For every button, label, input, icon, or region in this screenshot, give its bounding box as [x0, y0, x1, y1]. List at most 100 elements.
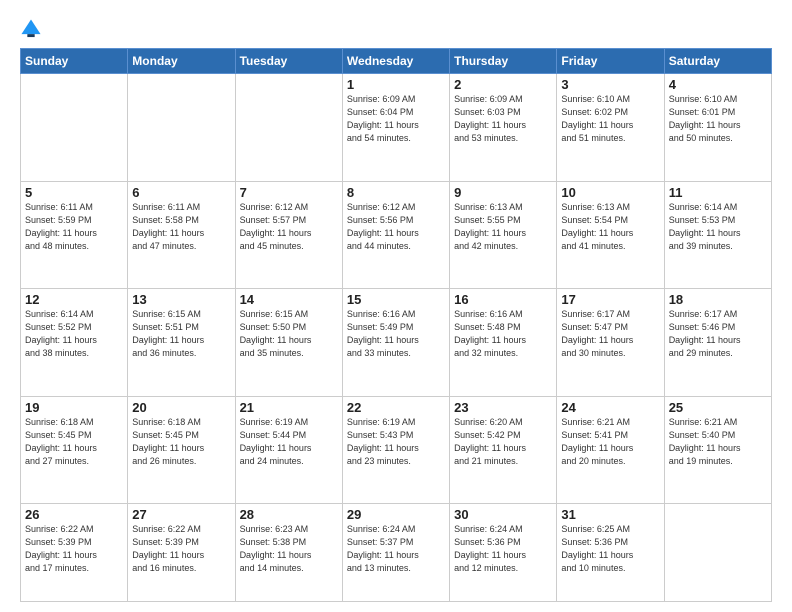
- day-number: 17: [561, 292, 659, 307]
- day-number: 26: [25, 507, 123, 522]
- day-number: 6: [132, 185, 230, 200]
- day-number: 8: [347, 185, 445, 200]
- day-info: Sunrise: 6:13 AM Sunset: 5:54 PM Dayligh…: [561, 201, 659, 253]
- day-cell: 8Sunrise: 6:12 AM Sunset: 5:56 PM Daylig…: [342, 181, 449, 289]
- day-info: Sunrise: 6:17 AM Sunset: 5:47 PM Dayligh…: [561, 308, 659, 360]
- weekday-friday: Friday: [557, 49, 664, 74]
- day-cell: 15Sunrise: 6:16 AM Sunset: 5:49 PM Dayli…: [342, 289, 449, 397]
- day-info: Sunrise: 6:25 AM Sunset: 5:36 PM Dayligh…: [561, 523, 659, 575]
- day-info: Sunrise: 6:17 AM Sunset: 5:46 PM Dayligh…: [669, 308, 767, 360]
- day-number: 15: [347, 292, 445, 307]
- day-cell: 9Sunrise: 6:13 AM Sunset: 5:55 PM Daylig…: [450, 181, 557, 289]
- day-cell: 4Sunrise: 6:10 AM Sunset: 6:01 PM Daylig…: [664, 74, 771, 182]
- day-info: Sunrise: 6:09 AM Sunset: 6:04 PM Dayligh…: [347, 93, 445, 145]
- day-info: Sunrise: 6:12 AM Sunset: 5:56 PM Dayligh…: [347, 201, 445, 253]
- day-number: 3: [561, 77, 659, 92]
- day-number: 28: [240, 507, 338, 522]
- header: [20, 18, 772, 40]
- day-number: 10: [561, 185, 659, 200]
- day-info: Sunrise: 6:12 AM Sunset: 5:57 PM Dayligh…: [240, 201, 338, 253]
- day-info: Sunrise: 6:21 AM Sunset: 5:40 PM Dayligh…: [669, 416, 767, 468]
- day-cell: 23Sunrise: 6:20 AM Sunset: 5:42 PM Dayli…: [450, 396, 557, 504]
- day-number: 7: [240, 185, 338, 200]
- day-number: 22: [347, 400, 445, 415]
- weekday-monday: Monday: [128, 49, 235, 74]
- day-cell: 3Sunrise: 6:10 AM Sunset: 6:02 PM Daylig…: [557, 74, 664, 182]
- day-cell: [235, 74, 342, 182]
- day-number: 13: [132, 292, 230, 307]
- week-row-3: 19Sunrise: 6:18 AM Sunset: 5:45 PM Dayli…: [21, 396, 772, 504]
- day-cell: 17Sunrise: 6:17 AM Sunset: 5:47 PM Dayli…: [557, 289, 664, 397]
- day-cell: 5Sunrise: 6:11 AM Sunset: 5:59 PM Daylig…: [21, 181, 128, 289]
- day-info: Sunrise: 6:14 AM Sunset: 5:52 PM Dayligh…: [25, 308, 123, 360]
- day-cell: [128, 74, 235, 182]
- day-cell: 28Sunrise: 6:23 AM Sunset: 5:38 PM Dayli…: [235, 504, 342, 602]
- day-number: 23: [454, 400, 552, 415]
- day-number: 5: [25, 185, 123, 200]
- day-info: Sunrise: 6:10 AM Sunset: 6:02 PM Dayligh…: [561, 93, 659, 145]
- day-cell: 7Sunrise: 6:12 AM Sunset: 5:57 PM Daylig…: [235, 181, 342, 289]
- weekday-header-row: SundayMondayTuesdayWednesdayThursdayFrid…: [21, 49, 772, 74]
- day-info: Sunrise: 6:19 AM Sunset: 5:44 PM Dayligh…: [240, 416, 338, 468]
- day-cell: 1Sunrise: 6:09 AM Sunset: 6:04 PM Daylig…: [342, 74, 449, 182]
- logo: [20, 18, 44, 40]
- day-cell: 24Sunrise: 6:21 AM Sunset: 5:41 PM Dayli…: [557, 396, 664, 504]
- day-info: Sunrise: 6:11 AM Sunset: 5:58 PM Dayligh…: [132, 201, 230, 253]
- week-row-4: 26 Sunrise: 6:22 AM Sunset: 5:39 PM Dayli…: [21, 504, 772, 602]
- day-info: Sunrise: 6:21 AM Sunset: 5:41 PM Dayligh…: [561, 416, 659, 468]
- day-cell: 18Sunrise: 6:17 AM Sunset: 5:46 PM Dayli…: [664, 289, 771, 397]
- day-info: Sunrise: 6:13 AM Sunset: 5:55 PM Dayligh…: [454, 201, 552, 253]
- day-cell: [21, 74, 128, 182]
- day-number: 24: [561, 400, 659, 415]
- day-cell: 26Sunrise: 6:22 AM Sunset: 5:39 PM Dayli…: [21, 504, 128, 602]
- day-number: 29: [347, 507, 445, 522]
- day-info: Sunrise: 6:23 AM Sunset: 5:38 PM Dayligh…: [240, 523, 338, 575]
- day-info: Sunrise: 6:16 AM Sunset: 5:48 PM Dayligh…: [454, 308, 552, 360]
- day-number: 19: [25, 400, 123, 415]
- day-cell: 20Sunrise: 6:18 AM Sunset: 5:45 PM Dayli…: [128, 396, 235, 504]
- day-cell: 16Sunrise: 6:16 AM Sunset: 5:48 PM Dayli…: [450, 289, 557, 397]
- day-cell: 27Sunrise: 6:22 AM Sunset: 5:39 PM Dayli…: [128, 504, 235, 602]
- day-number: 4: [669, 77, 767, 92]
- weekday-sunday: Sunday: [21, 49, 128, 74]
- day-number: 2: [454, 77, 552, 92]
- day-info: Sunrise: 6:19 AM Sunset: 5:43 PM Dayligh…: [347, 416, 445, 468]
- day-number: 20: [132, 400, 230, 415]
- week-row-0: 1Sunrise: 6:09 AM Sunset: 6:04 PM Daylig…: [21, 74, 772, 182]
- day-number: 25: [669, 400, 767, 415]
- weekday-saturday: Saturday: [664, 49, 771, 74]
- day-info: Sunrise: 6:20 AM Sunset: 5:42 PM Dayligh…: [454, 416, 552, 468]
- logo-icon: [20, 18, 42, 40]
- day-number: 30: [454, 507, 552, 522]
- day-cell: [664, 504, 771, 602]
- day-info: Sunrise: 6:24 AM Sunset: 5:37 PM Dayligh…: [347, 523, 445, 575]
- day-cell: 2Sunrise: 6:09 AM Sunset: 6:03 PM Daylig…: [450, 74, 557, 182]
- day-cell: 12Sunrise: 6:14 AM Sunset: 5:52 PM Dayli…: [21, 289, 128, 397]
- day-info: Sunrise: 6:15 AM Sunset: 5:50 PM Dayligh…: [240, 308, 338, 360]
- day-info: Sunrise: 6:22 AM Sunset: 5:39 PM Dayligh…: [132, 523, 230, 575]
- weekday-thursday: Thursday: [450, 49, 557, 74]
- day-info: Sunrise: 6:18 AM Sunset: 5:45 PM Dayligh…: [132, 416, 230, 468]
- day-cell: 21Sunrise: 6:19 AM Sunset: 5:44 PM Dayli…: [235, 396, 342, 504]
- day-cell: 29Sunrise: 6:24 AM Sunset: 5:37 PM Dayli…: [342, 504, 449, 602]
- day-number: 21: [240, 400, 338, 415]
- day-number: 16: [454, 292, 552, 307]
- day-info: Sunrise: 6:10 AM Sunset: 6:01 PM Dayligh…: [669, 93, 767, 145]
- weekday-tuesday: Tuesday: [235, 49, 342, 74]
- day-cell: 6Sunrise: 6:11 AM Sunset: 5:58 PM Daylig…: [128, 181, 235, 289]
- day-info: Sunrise: 6:15 AM Sunset: 5:51 PM Dayligh…: [132, 308, 230, 360]
- day-number: 9: [454, 185, 552, 200]
- day-number: 11: [669, 185, 767, 200]
- day-info: Sunrise: 6:16 AM Sunset: 5:49 PM Dayligh…: [347, 308, 445, 360]
- day-cell: 31Sunrise: 6:25 AM Sunset: 5:36 PM Dayli…: [557, 504, 664, 602]
- day-cell: 14Sunrise: 6:15 AM Sunset: 5:50 PM Dayli…: [235, 289, 342, 397]
- weekday-wednesday: Wednesday: [342, 49, 449, 74]
- page: SundayMondayTuesdayWednesdayThursdayFrid…: [0, 0, 792, 612]
- day-info: Sunrise: 6:11 AM Sunset: 5:59 PM Dayligh…: [25, 201, 123, 253]
- week-row-1: 5Sunrise: 6:11 AM Sunset: 5:59 PM Daylig…: [21, 181, 772, 289]
- day-number: 27: [132, 507, 230, 522]
- day-cell: 30Sunrise: 6:24 AM Sunset: 5:36 PM Dayli…: [450, 504, 557, 602]
- day-cell: 25Sunrise: 6:21 AM Sunset: 5:40 PM Dayli…: [664, 396, 771, 504]
- day-cell: 10Sunrise: 6:13 AM Sunset: 5:54 PM Dayli…: [557, 181, 664, 289]
- day-info: Sunrise: 6:18 AM Sunset: 5:45 PM Dayligh…: [25, 416, 123, 468]
